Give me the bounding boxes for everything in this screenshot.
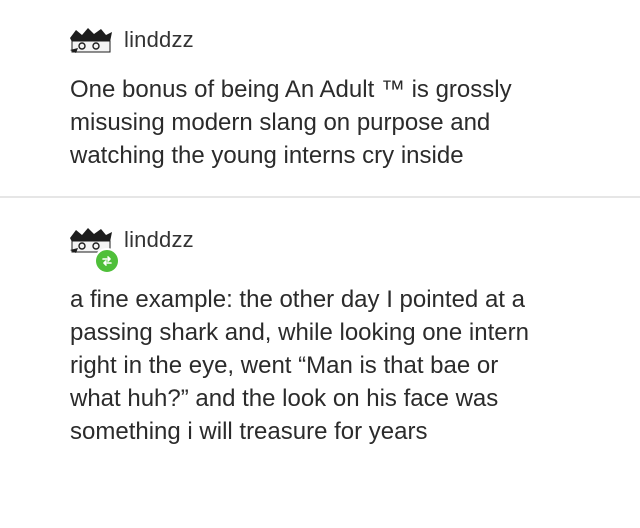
username[interactable]: linddzz [124,27,194,53]
post-body: a fine example: the other day I pointed … [70,286,529,445]
post-header: linddzz [68,22,194,58]
avatar[interactable] [68,26,114,54]
post-divider [0,196,640,198]
drawn-face-avatar-icon [70,28,112,53]
post-header: linddzz [68,222,194,274]
reblog-icon [94,248,120,274]
post-body: One bonus of being An Adult ™ is grossly… [70,76,512,169]
username[interactable]: linddzz [124,227,194,253]
avatar[interactable] [68,226,120,274]
